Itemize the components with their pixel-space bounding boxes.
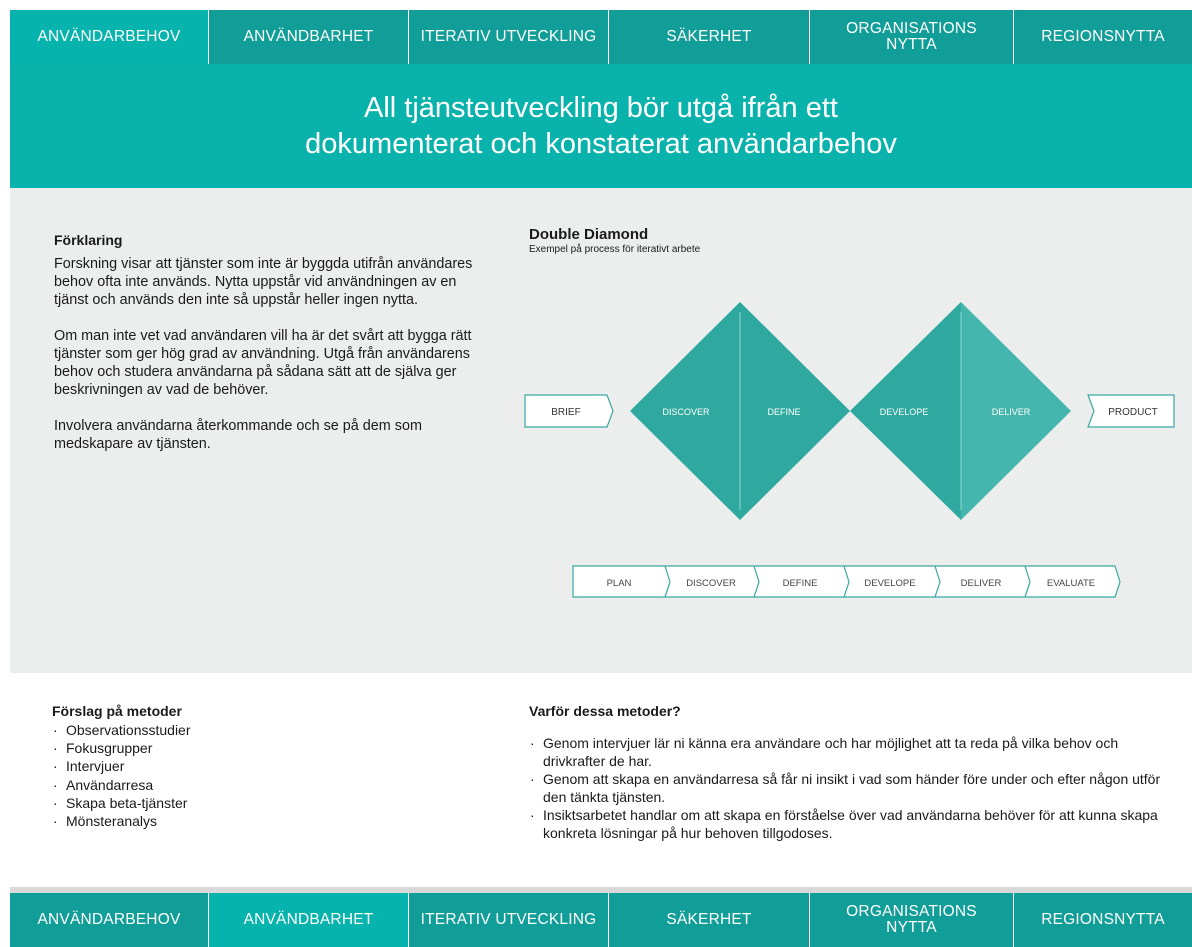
tab-label: REGIONSNYTTA — [1041, 910, 1165, 928]
tab-iterativ-utveckling[interactable]: ITERATIV UTVECKLING — [409, 893, 609, 947]
explanation-paragraph-2: Om man inte vet vad användaren vill ha ä… — [54, 328, 472, 398]
tab-label: ANVÄNDARBEHOV — [37, 27, 181, 45]
tab-organisations-nytta[interactable]: ORGANISATIONS NYTTA — [810, 893, 1014, 947]
list-item: Intervjuer — [52, 757, 472, 775]
double-diamond-diagram: BRIEF DISCOVER DEFINE DEVELOPE DELIVER P… — [524, 302, 1175, 598]
tab-label: ITERATIV UTVECKLING — [420, 910, 597, 928]
diamond-label-deliver: DELIVER — [992, 407, 1031, 417]
list-item: Användarresa — [52, 776, 472, 794]
list-item: Fokusgrupper — [52, 739, 472, 757]
diagram-subtitle: Exempel på process för iterativt arbete — [529, 244, 701, 255]
top-navigation: ANVÄNDARBEHOV ANVÄNDBARHET ITERATIV UTVE… — [10, 10, 1192, 64]
brief-box: BRIEF — [524, 394, 614, 428]
tab-label-line2: NYTTA — [886, 919, 937, 936]
step-discover: DISCOVER — [686, 578, 736, 589]
tab-label: REGIONSNYTTA — [1041, 27, 1165, 45]
why-heading: Varför dessa metoder? — [529, 703, 681, 719]
tab-organisations-nytta[interactable]: ORGANISATIONS NYTTA — [810, 10, 1014, 64]
tab-regionsnytta[interactable]: REGIONSNYTTA — [1014, 893, 1192, 947]
step-develope: DEVELOPE — [864, 578, 915, 589]
tab-anvandbarhet[interactable]: ANVÄNDBARHET — [209, 10, 409, 64]
tab-label: ITERATIV UTVECKLING — [420, 27, 597, 45]
tab-sakerhet[interactable]: SÄKERHET — [609, 893, 810, 947]
tab-label: SÄKERHET — [666, 27, 752, 45]
methods-section: Förslag på metoder Observationsstudier F… — [52, 703, 472, 830]
step-define: DEFINE — [783, 578, 818, 589]
page-title-line1: All tjänsteutveckling bör utgå ifrån ett — [364, 92, 838, 124]
methods-list: Observationsstudier Fokusgrupper Intervj… — [52, 721, 472, 830]
process-steps: PLAN DISCOVER DEFINE DEVELOPE DELIVER EV… — [572, 565, 1121, 598]
page-title: All tjänsteutveckling bör utgå ifrån ett… — [305, 90, 897, 162]
brief-label: BRIEF — [551, 407, 580, 418]
tab-label: ANVÄNDBARHET — [243, 27, 374, 45]
tab-label: ANVÄNDARBEHOV — [37, 910, 181, 928]
hero-banner: All tjänsteutveckling bör utgå ifrån ett… — [10, 64, 1192, 188]
explanation-paragraph-3: Involvera användarna återkommande och se… — [54, 418, 422, 452]
product-box: PRODUCT — [1087, 394, 1175, 428]
diagram-title: Double Diamond — [529, 226, 649, 243]
tab-label: SÄKERHET — [666, 910, 752, 928]
step-deliver: DELIVER — [961, 578, 1002, 589]
list-item: Skapa beta-tjänster — [52, 794, 472, 812]
tab-label-line2: NYTTA — [886, 36, 937, 53]
list-item: Genom att skapa en användarresa så får n… — [529, 771, 1169, 806]
diamond-label-discover: DISCOVER — [662, 407, 710, 417]
diamond-1: DISCOVER DEFINE — [630, 302, 850, 520]
explanation-heading: Förklaring — [54, 232, 123, 248]
page-title-line2: dokumenterat och konstaterat användarbeh… — [305, 128, 897, 160]
list-item: Mönsteranalys — [52, 812, 472, 830]
list-item: Insiktsarbetet handlar om att skapa en f… — [529, 807, 1169, 842]
diamond-label-define: DEFINE — [767, 407, 800, 417]
list-item: Genom intervjuer lär ni känna era använd… — [529, 735, 1169, 770]
list-item: Observationsstudier — [52, 721, 472, 739]
step-plan: PLAN — [607, 578, 632, 589]
tab-sakerhet[interactable]: SÄKERHET — [609, 10, 810, 64]
tab-label-line1: ORGANISATIONS — [846, 902, 977, 920]
tab-regionsnytta[interactable]: REGIONSNYTTA — [1014, 10, 1192, 64]
tab-label: ANVÄNDBARHET — [243, 910, 374, 928]
explanation-section: Förklaring Forskning visar att tjänster … — [54, 232, 484, 471]
tab-anvandarbehov[interactable]: ANVÄNDARBEHOV — [10, 893, 209, 947]
tab-anvandarbehov[interactable]: ANVÄNDARBEHOV — [10, 10, 209, 64]
methods-heading: Förslag på metoder — [52, 703, 182, 719]
diamond-2: DEVELOPE DELIVER — [850, 302, 1071, 520]
tab-label-line1: ORGANISATIONS — [846, 19, 977, 37]
why-list: Genom intervjuer lär ni känna era använd… — [529, 735, 1169, 843]
step-evaluate: EVALUATE — [1047, 578, 1095, 589]
tab-anvandbarhet[interactable]: ANVÄNDBARHET — [209, 893, 409, 947]
diamond-label-develope: DEVELOPE — [880, 407, 929, 417]
why-section: Varför dessa metoder? Genom intervjuer l… — [529, 703, 1169, 844]
explanation-paragraph-1: Forskning visar att tjänster som inte är… — [54, 256, 473, 308]
tab-iterativ-utveckling[interactable]: ITERATIV UTVECKLING — [409, 10, 609, 64]
product-label: PRODUCT — [1108, 407, 1157, 418]
bottom-navigation: ANVÄNDARBEHOV ANVÄNDBARHET ITERATIV UTVE… — [10, 893, 1192, 947]
